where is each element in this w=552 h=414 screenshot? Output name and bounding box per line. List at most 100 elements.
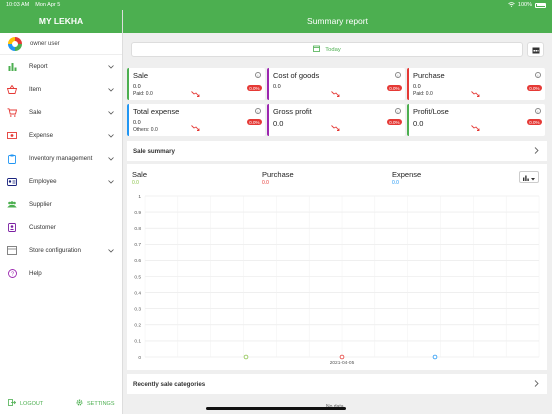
sale-summary-row[interactable]: Sale summary (127, 141, 547, 161)
chevron-down-icon[interactable] (107, 155, 114, 162)
sidebar-item-expense[interactable]: Expense (0, 124, 122, 147)
calendar-grid-icon (532, 41, 540, 59)
sidebar-item-employee[interactable]: Employee (0, 170, 122, 193)
home-indicator (206, 407, 346, 410)
trend-down-icon (471, 118, 480, 131)
card-gross-profit[interactable]: Gross profit 0.0 i 0.0% (267, 104, 405, 136)
sidebar-item-report[interactable]: Report (0, 55, 122, 78)
info-icon[interactable]: i (395, 72, 401, 78)
data-point-expense[interactable] (432, 354, 438, 360)
status-time: 10:03 AM (6, 2, 30, 8)
change-badge: 0.0% (246, 85, 262, 91)
y-tick-label: 0.4 (134, 290, 141, 296)
info-icon[interactable]: i (535, 108, 541, 114)
card-cost-of-goods[interactable]: Cost of goods 0.0 i 0.0% (267, 68, 405, 100)
data-point-purchase[interactable] (339, 354, 345, 360)
recent-categories-label: Recently sale categories (133, 380, 206, 388)
card-title: Sale (133, 71, 149, 80)
status-bar: 10:03 AM Mon Apr 5 100% (0, 0, 552, 10)
battery-percent: 100% (517, 2, 532, 8)
chevron-right-icon (534, 380, 541, 387)
y-tick-label: 0.5 (134, 274, 141, 280)
sidebar-item-inventory-management[interactable]: Inventory management (0, 147, 122, 170)
trend-down-icon (191, 118, 200, 131)
card-purchase[interactable]: Purchase 0.0 Paid: 0.0 i 0.0% (407, 68, 545, 100)
y-tick-label: 0.6 (134, 258, 141, 264)
y-tick-label: 0 (138, 355, 141, 361)
y-tick-label: 0.9 (134, 210, 141, 216)
x-tick-label: 2021-04-05 (330, 360, 355, 366)
basket-icon (7, 85, 17, 95)
chevron-down-icon[interactable] (107, 132, 114, 139)
change-badge: 0.0% (526, 85, 542, 91)
sidebar-item-store-configuration[interactable]: Store configuration (0, 239, 122, 262)
card-title: Total expense (133, 107, 180, 116)
bar-chart-icon (7, 62, 17, 72)
sidebar-item-sale[interactable]: Sale (0, 101, 122, 124)
card-title: Cost of goods (273, 71, 320, 80)
y-tick-label: 0.1 (134, 339, 141, 345)
trend-down-icon (331, 118, 340, 131)
trend-down-icon (191, 84, 200, 97)
change-badge: 0.0% (526, 119, 542, 125)
info-icon[interactable]: i (255, 72, 261, 78)
chevron-down-icon[interactable] (107, 63, 114, 70)
change-badge: 0.0% (386, 85, 402, 91)
y-tick-label: 0.7 (134, 242, 141, 248)
y-tick-label: 0.3 (134, 307, 141, 313)
sidebar-item-label: Customer (29, 224, 56, 231)
chart-plot-area: 1 0.9 0.8 0.7 0.6 0.5 0.4 0.3 0.2 0.1 0 2021-04-05 (134, 194, 540, 366)
info-icon[interactable]: i (255, 108, 261, 114)
cart-icon (7, 108, 17, 118)
sidebar-item-label: Item (29, 86, 42, 93)
recent-categories-row[interactable]: Recently sale categories (127, 374, 547, 394)
sidebar-item-label: Supplier (29, 201, 52, 208)
sale-summary-label: Sale summary (133, 147, 175, 155)
chevron-down-icon[interactable] (107, 109, 114, 116)
card-title: Profit/Lose (413, 107, 449, 116)
sidebar-item-label: Inventory management (29, 155, 93, 162)
chevron-down-icon[interactable] (107, 178, 114, 185)
card-total-expense[interactable]: Total expense 0.0 Others: 0.0 i 0.0% (127, 104, 265, 136)
card-profit-lose[interactable]: Profit/Lose 0.0 i 0.0% (407, 104, 545, 136)
info-icon[interactable]: i (395, 108, 401, 114)
date-filter[interactable]: Today (131, 42, 523, 57)
settings-button[interactable]: SETTINGS (76, 399, 115, 408)
sidebar-item-label: Report (29, 63, 48, 70)
sidebar-item-label: Help (29, 270, 42, 277)
settings-label: SETTINGS (87, 400, 115, 407)
avatar (8, 36, 22, 51)
sidebar-item-item[interactable]: Item (0, 78, 122, 101)
store-icon (7, 246, 17, 256)
logout-button[interactable]: LOGOUT (8, 399, 43, 408)
sidebar-item-label: Sale (29, 109, 42, 116)
contact-icon (7, 223, 17, 233)
sidebar-item-customer[interactable]: Customer (0, 216, 122, 239)
trend-down-icon (471, 84, 480, 97)
date-filter-label: Today (325, 46, 341, 53)
money-icon (7, 131, 17, 141)
sidebar: MY LEKHA owner user Report Item Sale Exp… (0, 0, 123, 414)
sidebar-item-help[interactable]: ? Help (0, 262, 122, 285)
info-icon[interactable]: i (535, 72, 541, 78)
chevron-down-icon[interactable] (107, 247, 114, 254)
card-title: Purchase (413, 71, 445, 80)
y-tick-label: 1 (138, 194, 141, 200)
data-point-sale[interactable] (243, 354, 249, 360)
calendar-icon (313, 45, 321, 54)
change-badge: 0.0% (246, 119, 262, 125)
card-sale[interactable]: Sale 0.0 Paid: 0.0 i 0.0% (127, 68, 265, 100)
user-profile[interactable]: owner user (0, 33, 122, 55)
battery-icon (535, 2, 546, 8)
calendar-button[interactable] (527, 42, 544, 57)
sidebar-item-supplier[interactable]: Supplier (0, 193, 122, 216)
sidebar-footer: LOGOUT SETTINGS (0, 392, 123, 414)
sidebar-item-label: Employee (29, 178, 57, 185)
logout-label: LOGOUT (20, 400, 44, 407)
status-date: Mon Apr 5 (35, 2, 61, 8)
chevron-right-icon (534, 147, 541, 154)
sidebar-item-label: Expense (29, 132, 54, 139)
chevron-down-icon[interactable] (107, 86, 114, 93)
summary-chart: Sale 0.0 Purchase 0.0 Expense 0.0 1 0.9 0.… (127, 164, 547, 370)
user-name: owner user (30, 40, 60, 47)
